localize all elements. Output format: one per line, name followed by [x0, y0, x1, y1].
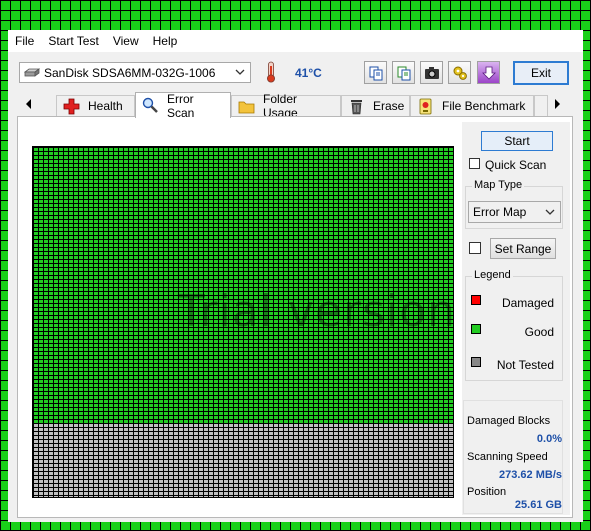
tab-error-scan-label: Error Scan: [167, 91, 195, 120]
red-cross-icon: [63, 98, 80, 114]
trial-watermark: Trial version: [178, 286, 457, 337]
temperature-value: 41°C: [295, 66, 322, 80]
copy-green-icon: [397, 66, 410, 80]
tab-file-benchmark-label: File Benchmark: [442, 99, 526, 113]
gears-icon: [453, 66, 467, 80]
legend-good-swatch: [471, 324, 481, 334]
quick-scan-label: Quick Scan: [485, 158, 547, 172]
chevron-right-icon: [555, 99, 560, 109]
tab-health[interactable]: Health: [56, 95, 135, 116]
thermometer-icon: [267, 61, 275, 83]
benchmark-icon: [419, 98, 432, 114]
exit-button[interactable]: Exit: [513, 61, 569, 85]
drive-select[interactable]: SanDisk SDSA6MM-032G-1006: [19, 62, 251, 83]
screenshot-button[interactable]: [420, 61, 443, 84]
scanned-good-region: [33, 147, 453, 423]
quick-scan-checkbox[interactable]: [469, 158, 480, 169]
legend-not-tested-swatch: [471, 357, 481, 367]
drive-icon: [24, 68, 40, 77]
folder-icon: [238, 101, 255, 113]
magnifier-icon: [142, 97, 158, 113]
legend-not-tested-label: Not Tested: [496, 358, 554, 372]
menu-view[interactable]: View: [106, 34, 146, 48]
options-button[interactable]: [448, 61, 471, 84]
chevron-down-icon: [545, 209, 555, 215]
position-label: Position: [467, 486, 507, 498]
camera-icon: [424, 66, 439, 79]
tab-folder-usage[interactable]: Folder Usage: [231, 92, 341, 120]
menu-file[interactable]: File: [8, 34, 41, 48]
tab-more[interactable]: [534, 95, 548, 116]
menu-help[interactable]: Help: [146, 34, 185, 48]
map-type-value: Error Map: [473, 205, 527, 219]
arrow-down-icon: [481, 66, 496, 80]
damaged-blocks-value: 0.0%: [536, 433, 562, 445]
drive-name: SanDisk SDSA6MM-032G-1006: [44, 65, 216, 80]
legend-damaged-swatch: [471, 295, 481, 305]
tab-file-benchmark[interactable]: File Benchmark: [410, 95, 534, 116]
copy-info-button[interactable]: [392, 61, 415, 84]
chevron-left-icon: [26, 99, 31, 109]
map-type-select[interactable]: Error Map: [468, 201, 561, 223]
trash-icon: [351, 99, 362, 114]
legend-damaged-label: Damaged: [501, 296, 554, 310]
toolbar: SanDisk SDSA6MM-032G-1006 41°C Exit: [8, 52, 583, 92]
legend-title: Legend: [472, 269, 513, 281]
copy-icon: [369, 66, 382, 80]
position-value: 25.61 GB: [514, 499, 562, 511]
set-range-checkbox[interactable]: [469, 242, 481, 254]
set-range-button[interactable]: Set Range: [490, 238, 556, 259]
start-button[interactable]: Start: [481, 131, 553, 151]
menu-bar: File Start Test View Help: [8, 30, 583, 52]
tab-strip: Health Error Scan Folder Usage Erase Fil…: [8, 91, 583, 120]
save-button[interactable]: [477, 61, 500, 84]
map-type-title: Map Type: [472, 179, 525, 191]
scanning-speed-label: Scanning Speed: [467, 451, 548, 463]
copy-report-button[interactable]: [364, 61, 387, 84]
tab-erase-label: Erase: [373, 99, 405, 113]
tab-error-scan[interactable]: Error Scan: [135, 91, 231, 120]
tab-scroll-right-button[interactable]: [550, 96, 564, 112]
menu-start-test[interactable]: Start Test: [41, 34, 105, 48]
damaged-blocks-label: Damaged Blocks: [467, 415, 551, 427]
tab-health-label: Health: [88, 99, 123, 113]
scanning-speed-value: 273.62 MB/s: [499, 469, 562, 481]
tab-erase[interactable]: Erase: [341, 95, 410, 116]
legend-good-label: Good: [524, 325, 554, 339]
tab-scroll-left-button[interactable]: [22, 96, 36, 112]
chevron-down-icon: [235, 69, 245, 75]
